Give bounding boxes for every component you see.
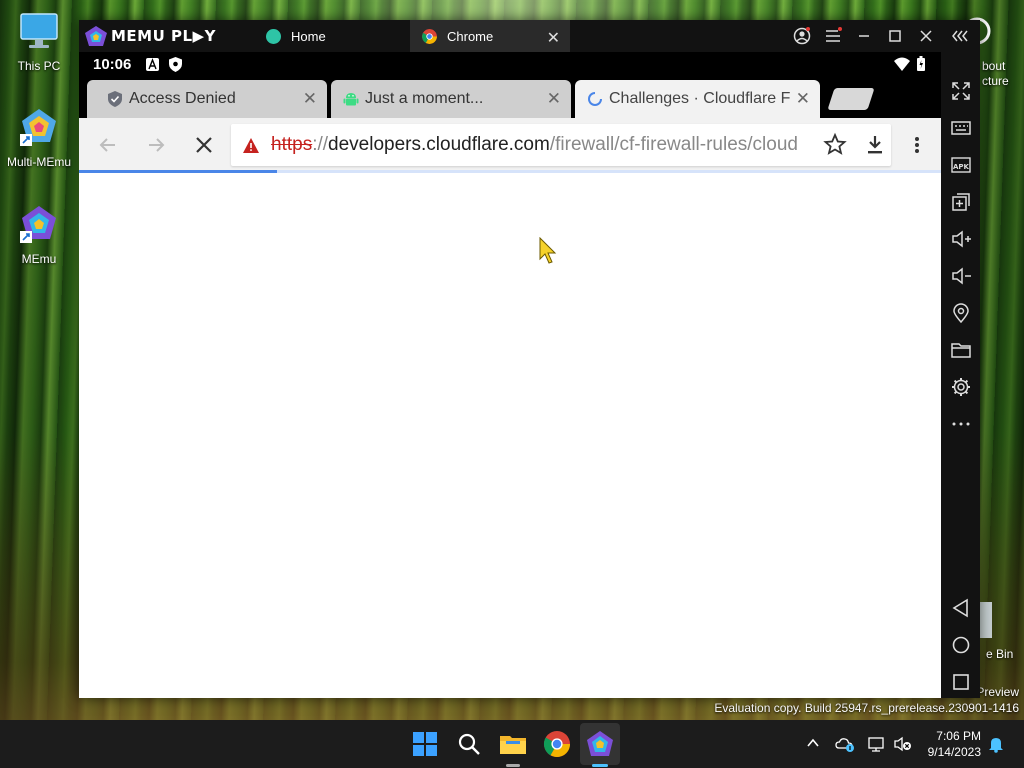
more-icon[interactable] bbox=[950, 413, 972, 435]
account-icon[interactable] bbox=[792, 26, 812, 46]
windows-taskbar: 7:06 PM 9/14/2023 bbox=[0, 720, 1024, 768]
home-icon bbox=[266, 28, 281, 44]
system-clock[interactable]: 7:06 PM 9/14/2023 bbox=[928, 728, 981, 760]
memu-tab-label: Home bbox=[291, 28, 326, 44]
keyboard-icon[interactable] bbox=[950, 117, 972, 139]
volume-down-icon[interactable] bbox=[950, 265, 972, 287]
close-tab-icon[interactable]: ✕ bbox=[303, 89, 317, 109]
chrome-tab-title: Just a moment... bbox=[365, 90, 484, 107]
fullscreen-icon[interactable] bbox=[950, 80, 972, 102]
chrome-toolbar: https://developers.cloudflare.com/firewa… bbox=[79, 118, 941, 172]
memu-tab-chrome[interactable]: Chrome ✕ bbox=[410, 20, 570, 52]
url-separator: :// bbox=[312, 134, 329, 155]
desktop-icon-memu[interactable]: MEmu bbox=[1, 203, 77, 266]
url-path: /firewall/cf-firewall-rules/cloud bbox=[549, 134, 798, 155]
memu-logo: MEMU PL▶Y bbox=[85, 26, 216, 46]
desktop-icon-this-pc[interactable]: This PC bbox=[1, 10, 77, 73]
omnibox[interactable]: https://developers.cloudflare.com/firewa… bbox=[231, 124, 891, 166]
chrome-icon[interactable] bbox=[541, 728, 573, 760]
chrome-tab-strip: Access Denied ✕ Just a moment... ✕ Chall… bbox=[79, 78, 941, 118]
back-arrow-icon[interactable] bbox=[95, 132, 121, 158]
close-tab-icon[interactable]: ✕ bbox=[547, 28, 560, 48]
battery-icon bbox=[917, 56, 925, 71]
loading-spinner-icon bbox=[588, 92, 602, 106]
maximize-icon[interactable] bbox=[885, 26, 905, 46]
desktop-label-about: bout bbox=[982, 59, 1006, 73]
close-icon[interactable] bbox=[916, 26, 936, 46]
download-icon[interactable] bbox=[862, 132, 888, 158]
desktop-icon-label: Multi-MEmu bbox=[6, 155, 71, 169]
recents-nav-icon[interactable] bbox=[950, 671, 972, 693]
memu-sidebar: APK bbox=[941, 52, 980, 698]
multi-window-icon[interactable] bbox=[950, 191, 972, 213]
shield-notification-icon bbox=[169, 57, 182, 72]
memu-icon[interactable] bbox=[584, 728, 616, 760]
active-indicator bbox=[592, 764, 608, 767]
onedrive-icon[interactable] bbox=[835, 735, 855, 753]
bookmark-star-icon[interactable] bbox=[822, 132, 848, 158]
wifi-icon bbox=[894, 57, 910, 71]
memu-tab-home[interactable]: Home bbox=[254, 20, 409, 52]
search-icon[interactable] bbox=[453, 728, 485, 760]
menu-icon[interactable] bbox=[823, 26, 843, 46]
chrome-tab-title: Access Denied bbox=[129, 90, 236, 107]
new-tab-button[interactable] bbox=[827, 88, 875, 110]
network-icon[interactable] bbox=[867, 735, 887, 753]
url-host: developers.cloudflare.com bbox=[328, 134, 550, 155]
desktop-icon-label: This PC bbox=[17, 59, 61, 73]
clock-time: 7:06 PM bbox=[936, 729, 981, 743]
folder-icon[interactable] bbox=[950, 339, 972, 361]
desktop-label-recycle-bin: e Bin bbox=[986, 647, 1014, 661]
watermark-build: Evaluation copy. Build 25947.rs_prerelea… bbox=[714, 701, 1019, 715]
desktop-icon-multi-memu[interactable]: Multi-MEmu bbox=[1, 106, 77, 169]
web-page-content[interactable] bbox=[79, 173, 941, 698]
status-time: 10:06 bbox=[93, 56, 132, 73]
memu-tab-label: Chrome bbox=[447, 28, 494, 44]
collapse-sidebar-icon[interactable] bbox=[950, 26, 970, 46]
recycle-bin-icon[interactable] bbox=[978, 600, 994, 643]
notification-bell-icon[interactable] bbox=[988, 735, 1004, 753]
home-nav-icon[interactable] bbox=[950, 634, 972, 656]
a-notification-icon bbox=[146, 58, 159, 71]
location-icon[interactable] bbox=[950, 302, 972, 324]
volume-up-icon[interactable] bbox=[950, 228, 972, 250]
not-secure-warning-icon[interactable] bbox=[243, 137, 259, 153]
url-scheme: https bbox=[271, 134, 313, 155]
settings-icon[interactable] bbox=[950, 376, 972, 398]
more-options-icon[interactable] bbox=[904, 132, 930, 158]
memu-icon bbox=[20, 206, 56, 243]
clock-date: 9/14/2023 bbox=[927, 745, 981, 759]
cloudflare-shield-icon bbox=[108, 91, 122, 107]
chrome-icon bbox=[422, 28, 437, 44]
desktop-icon-label: MEmu bbox=[21, 252, 57, 266]
monitor-icon bbox=[20, 13, 58, 48]
close-tab-icon[interactable]: ✕ bbox=[547, 89, 561, 109]
chrome-tab-title: Challenges · Cloudflare F bbox=[609, 90, 791, 107]
memu-titlebar: MEMU PL▶Y Home Chrome ✕ bbox=[79, 20, 980, 52]
android-status-bar: 10:06 bbox=[79, 52, 941, 78]
forward-arrow-icon[interactable] bbox=[143, 132, 169, 158]
mouse-cursor-icon bbox=[539, 237, 557, 264]
file-explorer-icon[interactable] bbox=[497, 728, 529, 760]
minimize-icon[interactable] bbox=[854, 26, 874, 46]
android-icon bbox=[343, 93, 359, 106]
running-indicator bbox=[506, 764, 520, 767]
volume-muted-icon[interactable] bbox=[893, 735, 913, 753]
memu-window: MEMU PL▶Y Home Chrome ✕ 10:06 Access Den… bbox=[79, 20, 980, 698]
back-nav-icon[interactable] bbox=[950, 597, 972, 619]
chrome-tab-just-a-moment[interactable]: Just a moment... ✕ bbox=[331, 80, 571, 118]
watermark-preview: Preview bbox=[976, 685, 1019, 699]
stop-loading-icon[interactable] bbox=[191, 132, 217, 158]
apk-icon[interactable]: APK bbox=[950, 154, 972, 176]
desktop-label-about-2: cture bbox=[982, 74, 1009, 88]
windows-start-icon[interactable] bbox=[409, 728, 441, 760]
chrome-tab-access-denied[interactable]: Access Denied ✕ bbox=[87, 80, 327, 118]
close-tab-icon[interactable]: ✕ bbox=[796, 89, 810, 109]
multi-memu-icon bbox=[20, 109, 56, 146]
chevron-up-icon[interactable] bbox=[806, 736, 820, 750]
svg-text:APK: APK bbox=[953, 163, 970, 171]
chrome-tab-challenges[interactable]: Challenges · Cloudflare F ✕ bbox=[575, 80, 820, 118]
memu-logo-icon bbox=[85, 26, 107, 46]
memu-logo-text: MEMU PL▶Y bbox=[111, 27, 216, 45]
